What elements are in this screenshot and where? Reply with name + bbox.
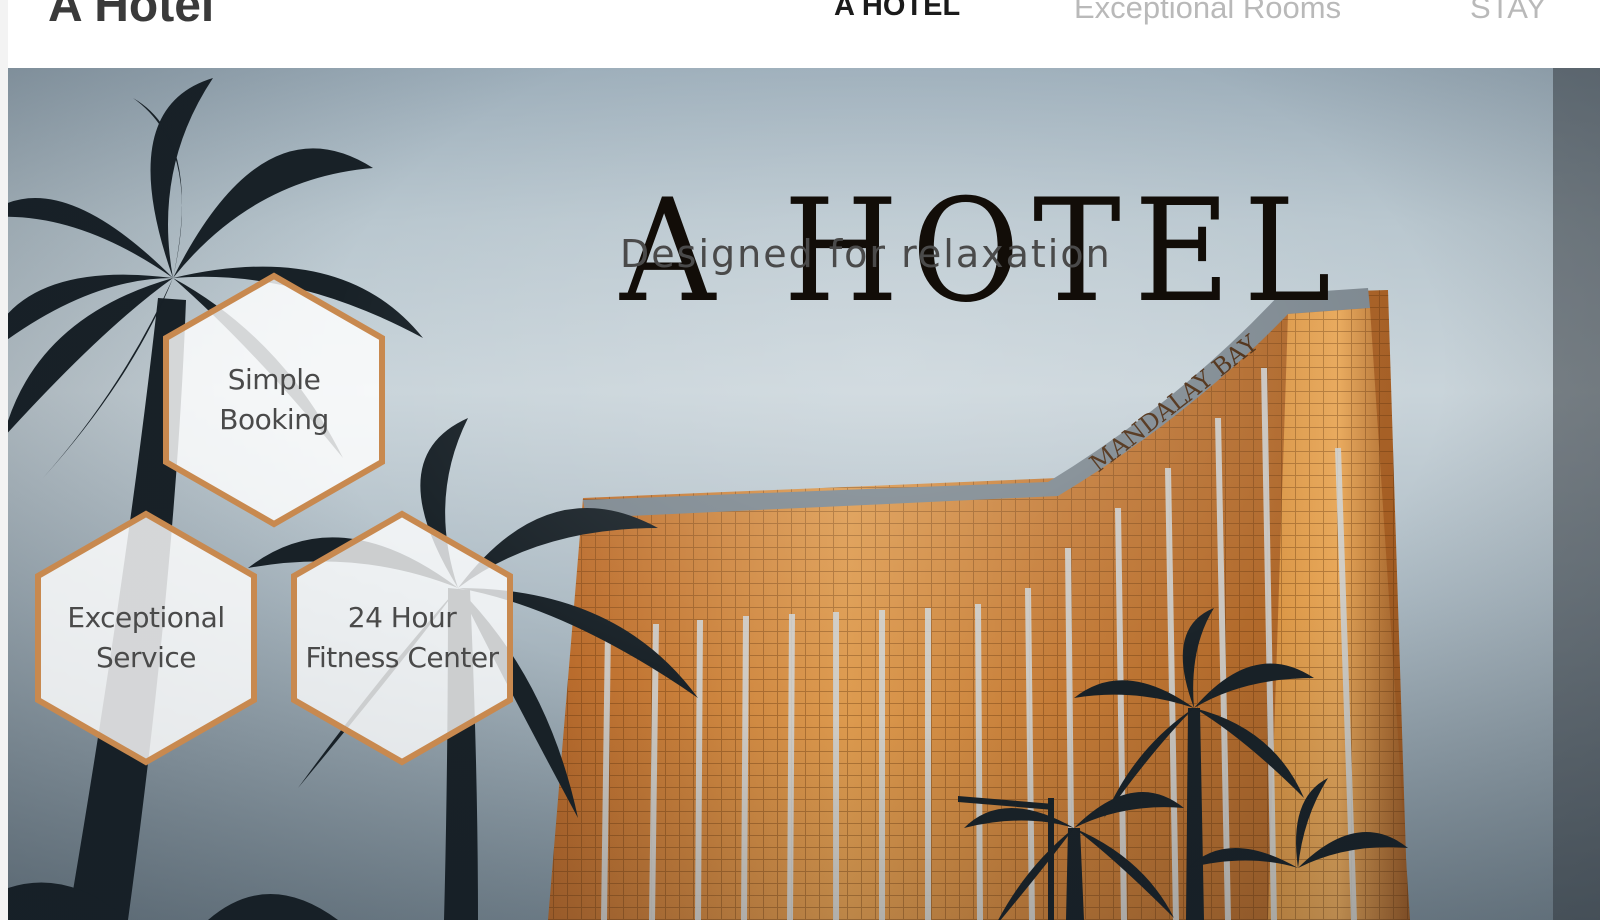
feature-hexagon-exceptional-service: Exceptional Service	[32, 510, 260, 766]
feature-label-line2: Fitness Center	[305, 641, 499, 674]
nav-item-a-hotel[interactable]: A HOTEL	[834, 0, 960, 23]
feature-hexagon-simple-booking: Simple Booking	[160, 272, 388, 528]
site-header: A Hotel A HOTEL Exceptional Rooms STAY	[8, 0, 1600, 69]
hero-banner: MANDALAY BAY A HOTEL Designed for relaxa…	[8, 68, 1600, 920]
feature-label-line2: Service	[96, 641, 196, 674]
main-nav: A HOTEL Exceptional Rooms STAY	[8, 0, 1600, 30]
feature-label: Simple Booking	[160, 272, 388, 528]
feature-hexagon-fitness-center: 24 Hour Fitness Center	[288, 510, 516, 766]
feature-label: 24 Hour Fitness Center	[288, 510, 516, 766]
hero-subtitle: Designed for relaxation	[620, 232, 1112, 276]
nav-item-exceptional-rooms[interactable]: Exceptional Rooms	[1074, 0, 1341, 26]
feature-label: Exceptional Service	[32, 510, 260, 766]
feature-label-line2: Booking	[219, 403, 329, 436]
feature-label-line1: Simple	[227, 363, 321, 396]
page: A Hotel A HOTEL Exceptional Rooms STAY M…	[0, 0, 1600, 920]
nav-item-stay[interactable]: STAY	[1470, 0, 1546, 26]
feature-label-line1: 24 Hour	[347, 601, 457, 634]
feature-label-line1: Exceptional	[67, 601, 225, 634]
